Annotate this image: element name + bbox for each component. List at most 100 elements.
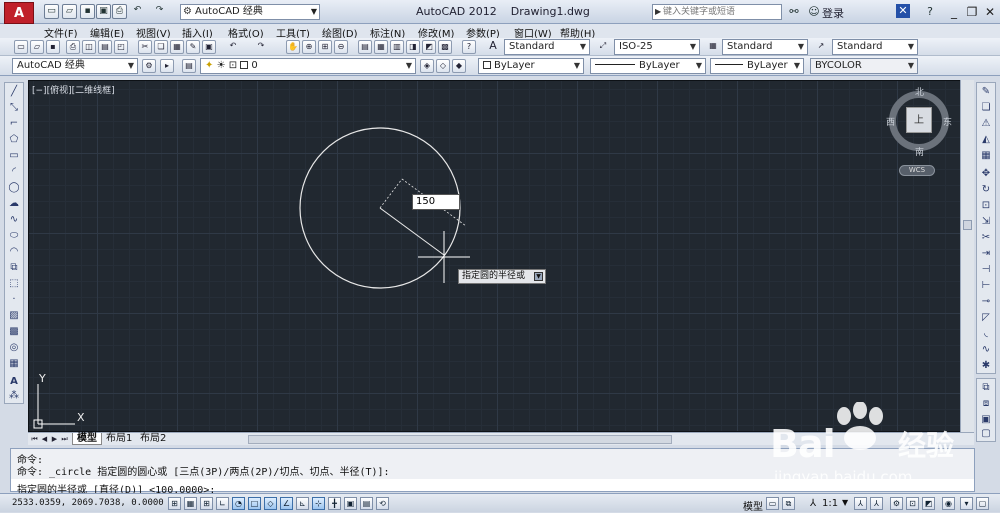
copy-object-icon[interactable]: ❏ [979, 101, 993, 114]
sheet-set-icon[interactable]: ◨ [406, 40, 420, 54]
radius-input[interactable]: 150 [412, 194, 460, 210]
open-file-icon[interactable]: ▱ [62, 4, 77, 19]
quick-properties-icon[interactable]: ▤ [360, 497, 373, 510]
dim-style-select[interactable]: ISO-25 ▼ [614, 39, 700, 55]
help-icon[interactable]: ? [462, 40, 476, 54]
3d-dwf-icon[interactable]: ◰ [114, 40, 128, 54]
compass-north[interactable]: 北 [915, 85, 924, 98]
grid-display-icon[interactable]: ⊞ [200, 497, 213, 510]
compass-south[interactable]: 南 [915, 145, 924, 158]
properties-icon[interactable]: ▤ [358, 40, 372, 54]
restore-button[interactable]: ❐ [962, 3, 982, 21]
lineweight-icon[interactable]: ╋ [328, 497, 341, 510]
annotation-visibility-icon[interactable]: ⅄ [854, 497, 867, 510]
table-icon[interactable]: ▦ [7, 357, 21, 370]
undo-icon[interactable]: ↶ [130, 4, 145, 19]
publish-icon[interactable]: ▤ [98, 40, 112, 54]
zoom-previous-icon[interactable]: ⊖ [334, 40, 348, 54]
array-icon[interactable]: ▦ [979, 149, 993, 162]
ortho-mode-icon[interactable]: ∟ [216, 497, 229, 510]
send-under-icon[interactable]: ▢ [979, 427, 993, 440]
compass-west[interactable]: 西 [886, 115, 895, 128]
redo-icon[interactable]: ↷ [152, 4, 167, 19]
scale-icon[interactable]: ⊡ [979, 199, 993, 212]
rotate-icon[interactable]: ↻ [979, 183, 993, 196]
drawing-canvas[interactable]: [−][俯视][二维线框] Y X 150 指定圆的半径或 ▼ 上 北 南 东 … [28, 80, 974, 432]
construction-line-icon[interactable]: ⤡ [7, 101, 21, 114]
layer-properties-icon[interactable]: ▤ [182, 59, 196, 73]
annotation-scale-icon[interactable]: ⅄ [810, 498, 816, 509]
isolate-objects-icon[interactable]: ◉ [942, 497, 955, 510]
erase-icon[interactable]: ✎ [979, 85, 993, 98]
add-selected-icon[interactable]: ⁂ [7, 389, 21, 402]
ellipse-arc-icon[interactable]: ◠ [7, 245, 21, 258]
binoculars-icon[interactable]: ⚯ [786, 4, 802, 20]
save-as-icon[interactable]: ▣ [96, 4, 111, 19]
infer-constraints-icon[interactable]: ⊞ [168, 497, 181, 510]
offset-icon[interactable]: ◭ [979, 133, 993, 146]
line-icon[interactable]: ╱ [7, 85, 21, 98]
print-icon[interactable]: ⎙ [112, 4, 127, 19]
open-icon[interactable]: ▱ [30, 40, 44, 54]
trim-icon[interactable]: ✂ [979, 231, 993, 244]
chevron-down-icon[interactable]: ▼ [842, 498, 848, 507]
application-menu-button[interactable]: A [4, 2, 34, 24]
selection-cycling-icon[interactable]: ⟲ [376, 497, 389, 510]
compass-east[interactable]: 东 [943, 115, 952, 128]
layer-select[interactable]: ✦ ☀ ⊡ 0 ▼ [200, 58, 416, 74]
ellipse-icon[interactable]: ⬭ [7, 229, 21, 242]
undo-icon[interactable]: ↶ [226, 40, 240, 54]
quick-view-drawings-icon[interactable]: ⧉ [782, 497, 795, 510]
markup-icon[interactable]: ◩ [422, 40, 436, 54]
copy-icon[interactable]: ❏ [154, 40, 168, 54]
linetype-select[interactable]: ByLayer ▼ [590, 58, 706, 74]
workspace-combo[interactable]: AutoCAD 经典 ▼ [12, 58, 138, 74]
hatch-icon[interactable]: ▨ [7, 309, 21, 322]
fillet-icon[interactable]: ◟ [979, 327, 993, 340]
make-current-layer-icon[interactable]: ◈ [420, 59, 434, 73]
lineweight-select[interactable]: ByLayer ▼ [710, 58, 804, 74]
bring-above-icon[interactable]: ▣ [979, 413, 993, 426]
spline-icon[interactable]: ∿ [7, 213, 21, 226]
clean-screen-icon[interactable]: ▢ [976, 497, 989, 510]
object-snap-icon[interactable]: □ [248, 497, 261, 510]
layer-previous-icon[interactable]: ◇ [436, 59, 450, 73]
previous-tab-icon[interactable]: ◀ [40, 434, 49, 444]
next-tab-icon[interactable]: ▶ [50, 434, 59, 444]
text-style-icon[interactable]: A [486, 40, 500, 54]
dim-style-icon[interactable]: ⤢ [596, 40, 610, 54]
plotstyle-select[interactable]: BYCOLOR ▼ [810, 58, 918, 74]
horizontal-scrollbar[interactable] [248, 435, 672, 444]
status-menu-icon[interactable]: ▾ [960, 497, 973, 510]
tab-model[interactable]: 模型 [72, 433, 102, 445]
region-icon[interactable]: ◎ [7, 341, 21, 354]
match-properties-icon[interactable]: ✎ [186, 40, 200, 54]
auto-scale-icon[interactable]: ⅄ [870, 497, 883, 510]
lock-ui-icon[interactable]: ⊡ [906, 497, 919, 510]
point-icon[interactable]: · [7, 293, 21, 306]
new-icon[interactable]: ▭ [14, 40, 28, 54]
exchange-icon[interactable]: ✕ [896, 4, 910, 18]
search-input[interactable]: ▶ 键入关键字或短语 [652, 4, 782, 20]
revision-cloud-icon[interactable]: ☁ [7, 197, 21, 210]
multileader-style-icon[interactable]: ↗ [814, 40, 828, 54]
dynamic-input-icon[interactable]: ⊹ [312, 497, 325, 510]
close-button[interactable]: ✕ [980, 3, 1000, 21]
viewcube-top-face[interactable]: 上 [906, 107, 932, 133]
tab-layout1[interactable]: 布局1 [102, 433, 136, 445]
allow-ucs-icon[interactable]: ⊾ [296, 497, 309, 510]
workspace-settings-icon[interactable]: ⚙ [142, 59, 156, 73]
paste-icon[interactable]: ▦ [170, 40, 184, 54]
polygon-icon[interactable]: ⬠ [7, 133, 21, 146]
workspace-arrow-icon[interactable]: ▸ [160, 59, 174, 73]
extend-icon[interactable]: ⇥ [979, 247, 993, 260]
tab-layout2[interactable]: 布局2 [136, 433, 170, 445]
break-at-point-icon[interactable]: ⊣ [979, 263, 993, 276]
quickcalc-icon[interactable]: ▩ [438, 40, 452, 54]
tool-palettes-icon[interactable]: ▥ [390, 40, 404, 54]
color-select[interactable]: ByLayer ▼ [478, 58, 584, 74]
multiline-text-icon[interactable]: A [7, 375, 21, 388]
scrollbar-thumb[interactable] [963, 220, 972, 230]
wcs-menu[interactable]: WCS [899, 165, 935, 176]
hardware-acceleration-icon[interactable]: ◩ [922, 497, 935, 510]
